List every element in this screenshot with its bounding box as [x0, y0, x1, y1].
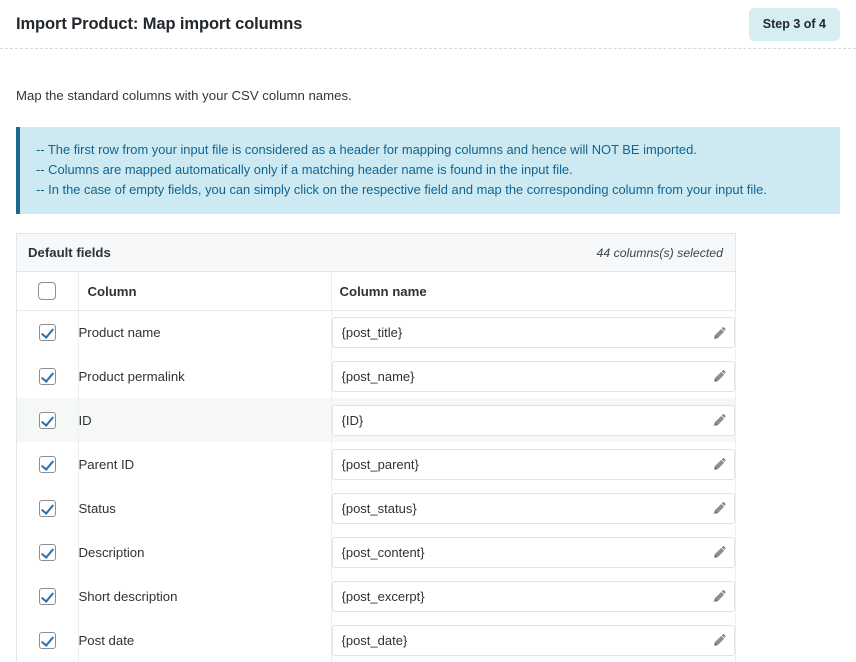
column-label: Status — [78, 500, 116, 516]
table-row[interactable]: Status {post_status} — [17, 486, 736, 531]
column-label: Parent ID — [78, 456, 135, 472]
column-name-value: {post_date} — [341, 632, 408, 648]
column-name-input[interactable]: {post_parent} — [331, 448, 735, 480]
table-row[interactable]: Short description {post_excerpt} — [17, 574, 736, 619]
row-checkbox-cell[interactable] — [17, 398, 79, 443]
column-label: ID — [78, 412, 92, 428]
row-select-checkbox[interactable] — [38, 587, 56, 605]
column-name-input[interactable]: {post_date} — [331, 624, 735, 656]
column-name-input[interactable]: {post_excerpt} — [331, 580, 735, 612]
table-row[interactable]: Product permalink {post_name} — [17, 354, 736, 399]
row-select-checkbox[interactable] — [38, 631, 56, 649]
pencil-icon[interactable] — [712, 456, 728, 472]
column-name-value: {post_title} — [341, 325, 403, 341]
column-name-input[interactable]: {post_name} — [331, 360, 735, 392]
page-title: Import Product: Map import columns — [16, 15, 303, 34]
row-select-checkbox[interactable] — [38, 543, 56, 561]
notice-line: -- The first row from your input file is… — [36, 142, 697, 158]
notice-line: -- Columns are mapped automatically only… — [36, 162, 573, 178]
status-badge-step: Step 3 of 4 — [748, 8, 840, 41]
column-name-cell: {ID} — [331, 398, 736, 443]
column-name-value: {post_parent} — [341, 456, 419, 472]
info-notice: -- The first row from your input file is… — [16, 127, 840, 215]
pencil-icon[interactable] — [712, 325, 728, 341]
row-checkbox-cell[interactable] — [17, 442, 79, 487]
column-name-input[interactable]: {post_content} — [331, 536, 735, 568]
row-select-checkbox[interactable] — [38, 455, 56, 473]
column-header: Column — [78, 272, 332, 311]
row-select-checkbox[interactable] — [38, 499, 56, 517]
column-name-cell: {post_status} — [331, 486, 736, 531]
column-label-cell: Post date — [78, 618, 332, 662]
row-select-checkbox[interactable] — [38, 411, 56, 429]
column-name-input[interactable]: {post_title} — [331, 317, 735, 349]
table-row[interactable]: Description {post_content} — [17, 530, 736, 575]
column-label-cell: Description — [78, 530, 332, 575]
column-label-cell: Short description — [78, 574, 332, 619]
row-checkbox-cell[interactable] — [17, 486, 79, 531]
column-name-value: {post_excerpt} — [341, 588, 425, 604]
column-name-value: {post_status} — [341, 500, 417, 516]
column-name-cell: {post_name} — [331, 354, 736, 399]
row-select-checkbox[interactable] — [38, 367, 56, 385]
row-checkbox-cell[interactable] — [17, 354, 79, 399]
pencil-icon[interactable] — [712, 412, 728, 428]
column-name-cell: {post_excerpt} — [331, 574, 736, 619]
table-header-row: Column Column name — [17, 272, 735, 311]
table-row[interactable]: Parent ID {post_parent} — [17, 442, 736, 487]
column-label-cell: Status — [78, 486, 332, 531]
row-checkbox-cell[interactable] — [17, 574, 79, 619]
column-label-cell: Product name — [78, 310, 332, 355]
table-body: Product name {post_title} Product permalin… — [17, 310, 736, 662]
pencil-icon[interactable] — [712, 544, 728, 560]
select-all-checkbox[interactable] — [38, 282, 57, 301]
table-row[interactable]: Post date {post_date} — [17, 618, 736, 662]
pencil-icon[interactable] — [712, 632, 728, 648]
column-label: Product permalink — [78, 368, 185, 384]
panel-header: Default fields 44 columns(s) selected — [17, 234, 735, 273]
column-label-cell: Product permalink — [78, 354, 332, 399]
intro-description: Map the standard columns with your CSV c… — [16, 88, 352, 103]
column-name-cell: {post_content} — [331, 530, 736, 575]
column-label: Short description — [78, 588, 178, 604]
row-checkbox-cell[interactable] — [17, 530, 79, 575]
column-name-value: {post_content} — [341, 544, 425, 560]
column-label-cell: ID — [78, 398, 332, 443]
column-name-input[interactable]: {post_status} — [331, 492, 735, 524]
default-fields-panel: Default fields 44 columns(s) selected Co… — [16, 233, 736, 662]
column-mapping-table: Column Column name Product name {post_tit… — [17, 272, 736, 662]
row-select-checkbox[interactable] — [38, 324, 56, 341]
column-label-cell: Parent ID — [78, 442, 332, 487]
select-all-header-cell — [17, 272, 79, 311]
panel-title: Default fields — [28, 245, 111, 261]
column-name-header: Column name — [331, 272, 735, 311]
row-checkbox-cell[interactable] — [17, 310, 79, 355]
page-header: Import Product: Map import columns Step … — [0, 0, 856, 49]
column-name-input[interactable]: {ID} — [331, 404, 735, 436]
table-row[interactable]: ID {ID} — [17, 398, 736, 443]
column-label: Product name — [78, 325, 161, 341]
column-name-value: {ID} — [341, 412, 364, 428]
column-name-cell: {post_parent} — [331, 442, 736, 487]
column-name-cell: {post_date} — [331, 618, 736, 662]
pencil-icon[interactable] — [712, 588, 728, 604]
column-label: Post date — [78, 632, 135, 648]
pencil-icon[interactable] — [712, 500, 728, 516]
pencil-icon[interactable] — [712, 368, 728, 384]
notice-line: -- In the case of empty fields, you can … — [36, 182, 767, 198]
row-checkbox-cell[interactable] — [17, 618, 79, 662]
selected-count-label: 44 columns(s) selected — [596, 245, 723, 260]
table-row[interactable]: Product name {post_title} — [17, 310, 736, 355]
column-name-value: {post_name} — [341, 368, 415, 384]
column-label: Description — [78, 544, 145, 560]
column-name-cell: {post_title} — [331, 310, 736, 355]
